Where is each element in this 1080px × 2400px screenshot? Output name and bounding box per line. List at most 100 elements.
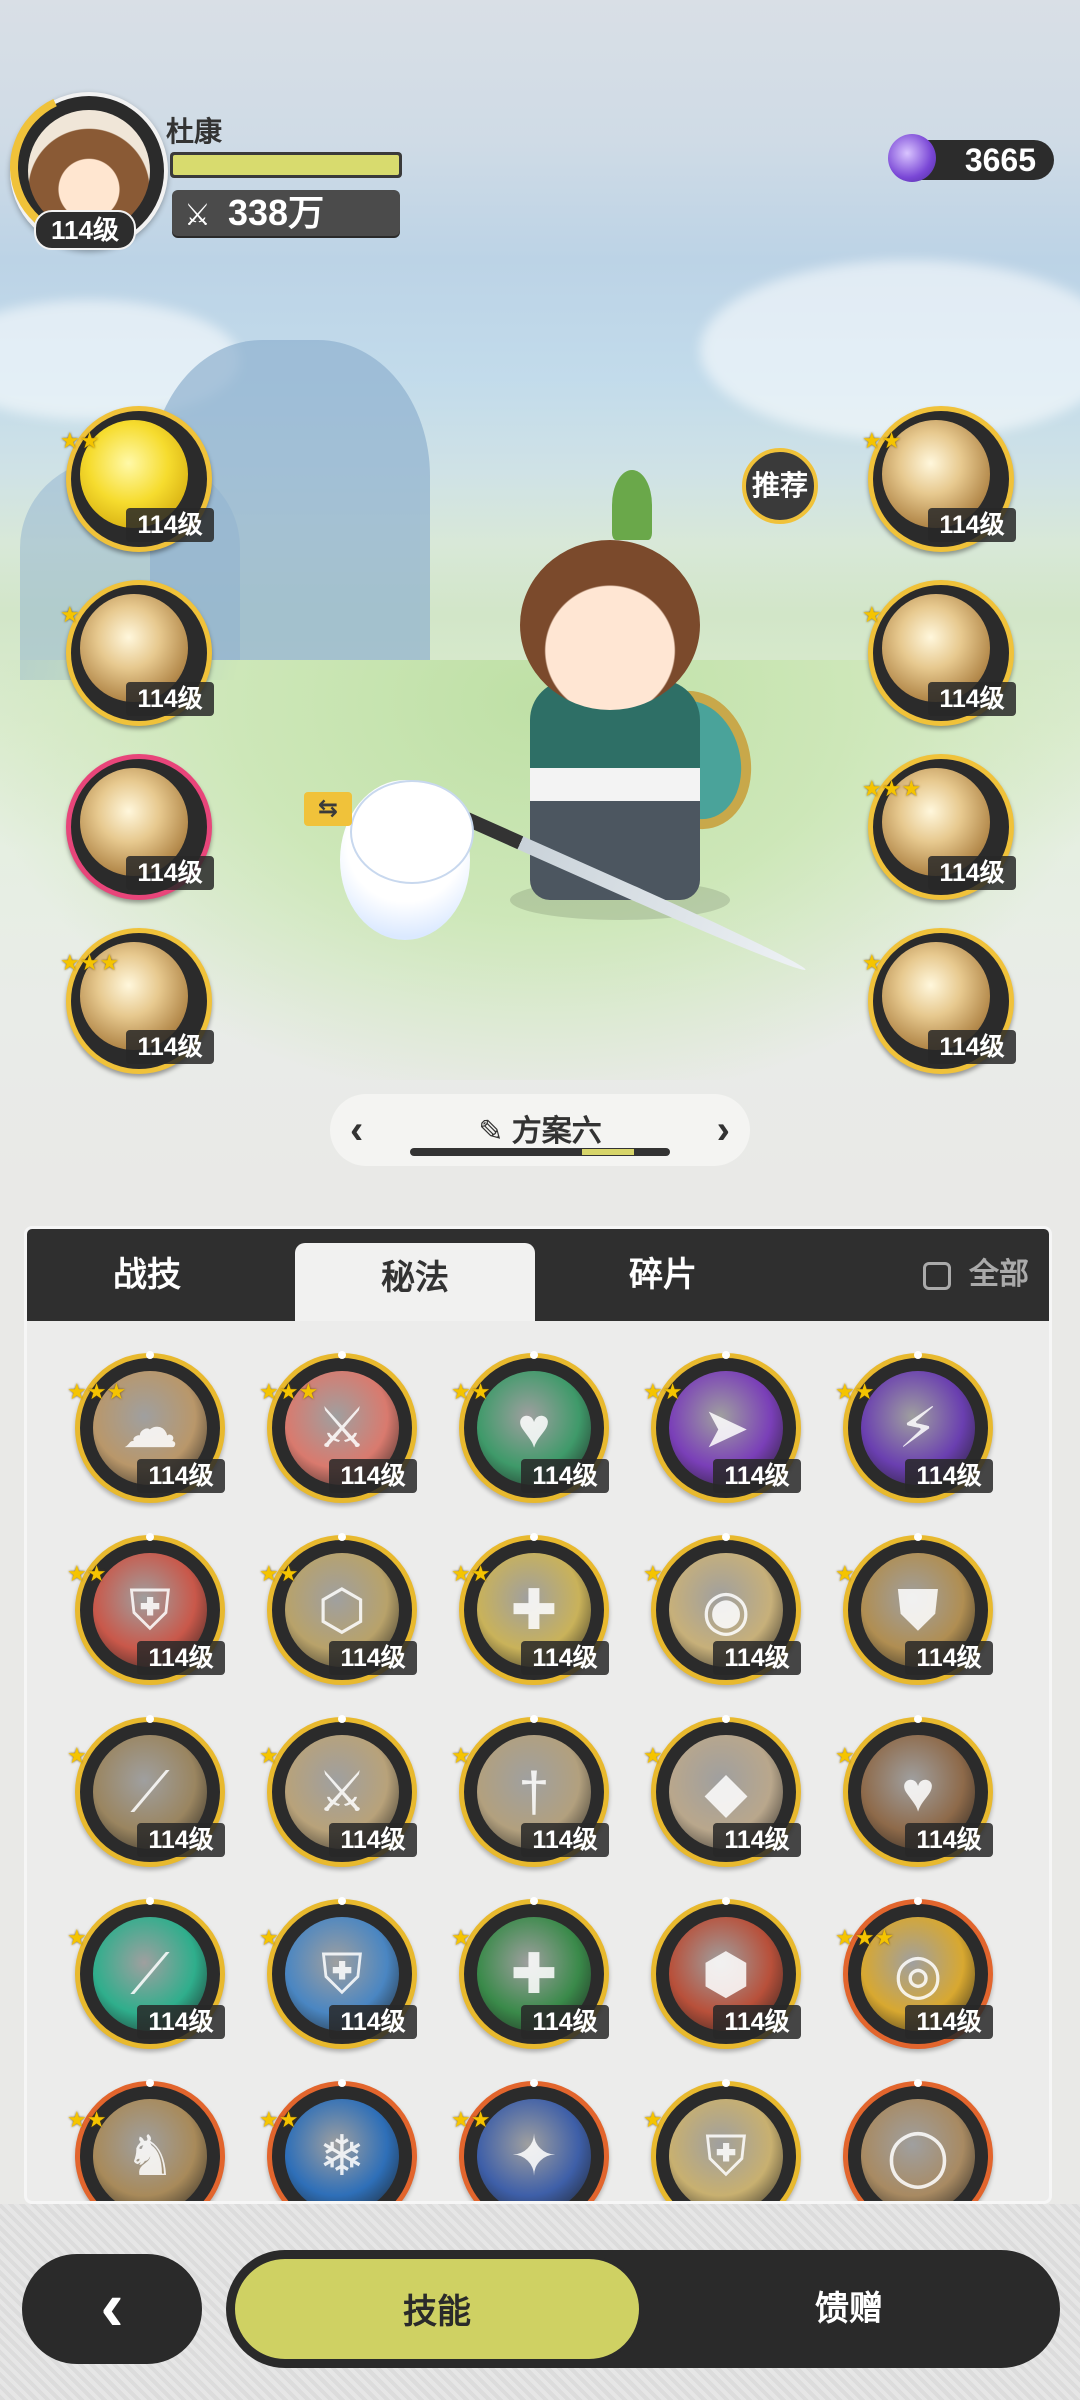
crossed-swords-icon: ⚔ [184,199,211,232]
player-level: 114级 [34,210,136,250]
skill-slot[interactable]: ⚡ ★★ 114级 [835,1351,993,1503]
gem-count: 3665 [964,142,1036,178]
skill-level: 114级 [905,1459,993,1493]
skill-slot[interactable]: ◆ ★ 114级 [643,1715,801,1867]
skill-slot[interactable]: ♥ ★ 114级 [835,1715,993,1867]
equipped-skill-slot-left-3[interactable]: 114级 [66,754,214,900]
skill-level: 114级 [137,1641,225,1675]
skill-level: 114级 [329,1823,417,1857]
swap-pet-button[interactable]: ⇆ [304,792,352,826]
skill-slot[interactable]: ◉ ★ 114级 [643,1533,801,1685]
skill-slot[interactable]: ⚔★★★114级 [259,1351,417,1503]
equipped-skill-slot-right-2[interactable]: ★ 114级 [862,580,1016,726]
skill-slot[interactable]: ⬡ ★★ 114级 [259,1533,417,1685]
frame-gem [914,1897,922,1905]
loadout-name[interactable]: ✎ 方案六 [330,1106,750,1150]
skill-level: 114级 [521,1459,609,1493]
skill-slot[interactable]: ✦ ★★ [451,2079,609,2201]
star-rating: ★ [643,2107,663,2132]
skill-slot[interactable]: ⟋ ★ 114级 [67,1897,225,2049]
equipped-skill-slot-right-1[interactable]: ★★ 114级 [862,406,1016,552]
equipped-skill-slot-right-4[interactable]: ★ 114级 [862,928,1016,1074]
back-button[interactable]: ‹ [22,2254,202,2364]
slot-level: 114级 [928,508,1016,542]
tab-skills[interactable]: 技能 [232,2256,642,2362]
frame-gem [146,1897,154,1905]
pet-companion[interactable] [350,780,474,884]
frame-gem [530,2079,538,2087]
skill-icon: ♞ [124,2124,176,2187]
equipped-skill-slot-right-3[interactable]: ★★★ 114级 [862,754,1016,900]
tab-combat-skills[interactable]: 战技 [27,1229,267,1321]
frame-gem [338,1897,346,1905]
gem-counter[interactable]: 3665 [888,134,1054,182]
tab-secret-arts[interactable]: 秘法 [295,1243,535,1321]
star-rating: ★★★ [835,1927,894,1949]
show-all-toggle[interactable]: 全部 [923,1229,1029,1321]
bottom-tabs: 技能 馈赠 [226,2250,1060,2368]
skill-level: 114级 [905,2005,993,2039]
star-rating: ★★ [451,1379,491,1404]
recommend-button[interactable]: 推荐 [742,448,818,524]
bottom-bar: ‹ 技能 馈赠 [0,2204,1080,2400]
edit-pencil-icon: ✎ [478,1115,504,1148]
star-rating: ★★ [862,428,902,453]
star-rating: ★ [862,602,882,627]
skill-inventory-panel: 战技 秘法 碎片 全部 ☁★★★114级⚔★★★114级♥★★114级➤★★11… [24,1226,1052,2204]
frame-gem [914,1715,922,1723]
equipped-skill-slot-left-2[interactable]: ★ 114级 [60,580,214,726]
skill-level: 114级 [137,2005,225,2039]
skill-slot[interactable]: ⛨ ★★ 114级 [67,1533,225,1685]
star-rating: ★★★ [259,1381,318,1403]
frame-gem [146,1715,154,1723]
star-rating: ★ [835,1561,855,1586]
skill-icon: ⛨ [705,2124,747,2187]
skill-grid: ☁★★★114级⚔★★★114级♥★★114级➤★★114级⚡★★114级⛨★★… [27,1321,1049,2201]
skill-slot[interactable]: ⛊ ★ 114级 [835,1533,993,1685]
equipped-skill-slot-left-1[interactable]: ★★ 114级 [60,406,214,552]
skill-slot[interactable]: ❄ ★★ [259,2079,417,2201]
skill-slot[interactable]: ✚ ★ 114级 [451,1897,609,2049]
hero-character[interactable] [520,540,700,710]
slot-level: 114级 [126,508,214,542]
skill-slot[interactable]: ⛨ ★ [643,2079,801,2201]
tab-fragments[interactable]: 碎片 [543,1229,783,1321]
frame-gem [530,1351,538,1359]
skill-icon: ❄ [318,2124,366,2187]
skill-slot[interactable]: ⟋ ★ 114级 [67,1715,225,1867]
frame-gem [722,2079,730,2087]
star-rating: ★ [259,1743,279,1768]
equipped-skill-slot-left-4[interactable]: ★★★ 114级 [60,928,214,1074]
frame-gem [722,1533,730,1541]
skill-slot[interactable]: ⚔ ★ 114级 [259,1715,417,1867]
frame-gem [914,1351,922,1359]
skill-slot[interactable]: † ★ 114级 [451,1715,609,1867]
skill-level: 114级 [905,1641,993,1675]
slot-level: 114级 [928,682,1016,716]
panel-tabs: 战技 秘法 碎片 全部 [27,1229,1049,1321]
loadout-page-indicator [410,1148,670,1156]
skill-slot[interactable]: ⛨ ★ 114级 [259,1897,417,2049]
skill-slot[interactable]: ⬢ 114级 [651,1897,801,2049]
tab-gift[interactable]: 馈赠 [644,2256,1054,2362]
skill-slot[interactable]: ♞ ★★ [67,2079,225,2201]
skill-slot[interactable]: ◎★★★114级 [835,1897,993,2049]
health-bar-fill [173,155,399,175]
star-rating: ★★ [643,1379,683,1404]
skill-slot[interactable]: ♥ ★★ 114级 [451,1351,609,1503]
skill-level: 114级 [713,1823,801,1857]
skill-slot[interactable]: ✚ ★★ 114级 [451,1533,609,1685]
star-rating: ★★ [835,1379,875,1404]
next-loadout-button[interactable]: › [717,1108,730,1152]
skill-slot[interactable]: ➤ ★★ 114级 [643,1351,801,1503]
star-rating: ★★ [451,1561,491,1586]
frame-gem [722,1351,730,1359]
skill-level: 114级 [329,1641,417,1675]
frame-gem [530,1897,538,1905]
frame-gem [722,1897,730,1905]
combat-power: ⚔ 338万 [172,190,400,236]
skill-slot[interactable]: ☁★★★114级 [67,1351,225,1503]
frame-gem [722,1715,730,1723]
frame-gem [914,2079,922,2087]
skill-slot[interactable]: ◯ [843,2079,993,2201]
